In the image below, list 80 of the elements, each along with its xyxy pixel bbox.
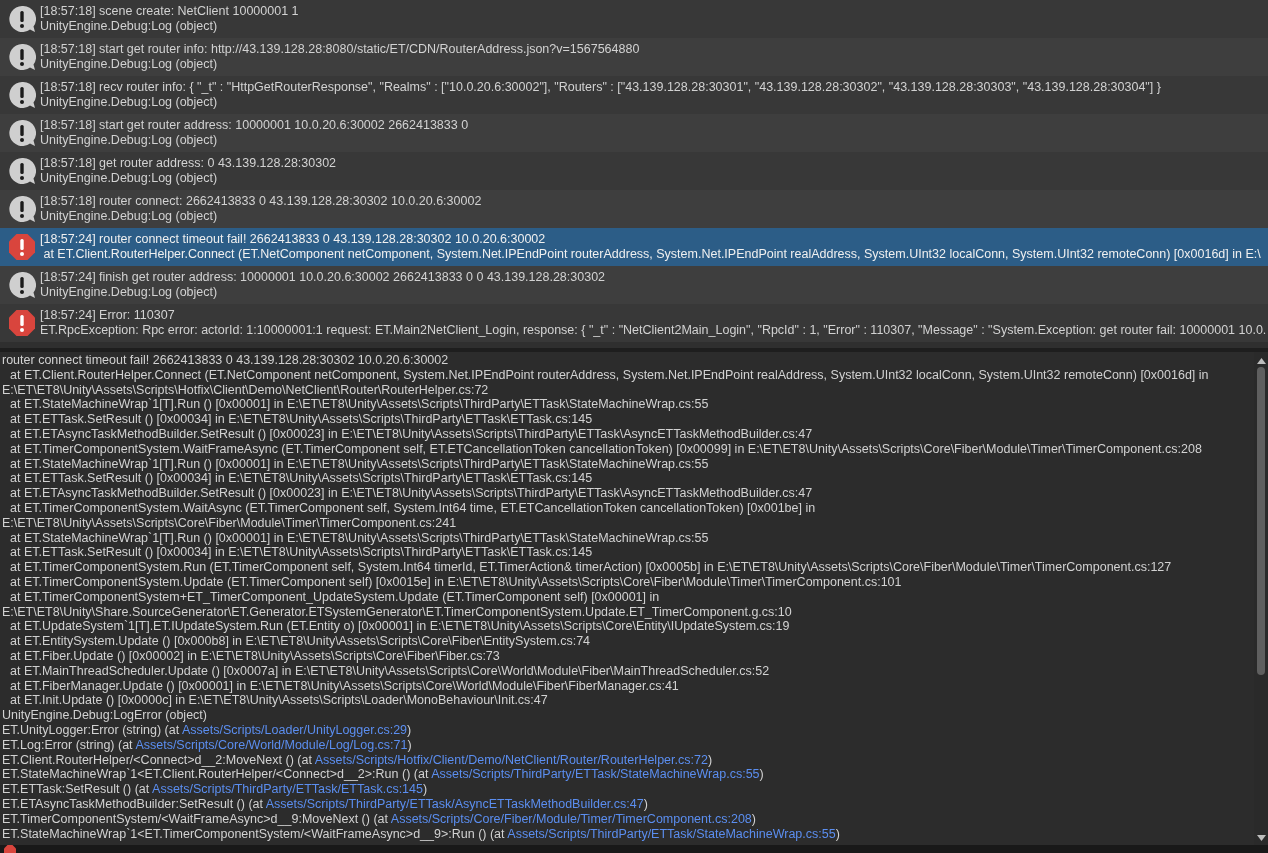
log-detail: UnityEngine.Debug:Log (object) (40, 133, 219, 148)
log-detail: ET.RpcException: Rpc error: actorId: 1:10000001:1 request: ET.Main2NetClient_Login, response: { "_t" : "NetClient2Main_Login", "RpcId" : 1, "Error" : 110307, "Message" : "System.Exception: get router fail: 10000001 10.0. (40, 323, 1267, 338)
file-link[interactable]: Assets/Scripts/Hotfix/Client/Demo/NetClient/Router/RouterHelper.cs:72 (314, 752, 708, 767)
log-detail: UnityEngine.Debug:Log (object) (40, 171, 219, 186)
log-message: [18:57:24] Error: 110307 (40, 308, 176, 323)
log-entry[interactable] (0, 76, 1268, 114)
stack-trace-line: at ET.StateMachineWrap`1[T].Run () [0x00001] in E:\ET\ET8\Unity\Assets\Scripts\ThirdParty\ETTask\StateMachineWrap.cs:55 (9, 397, 710, 413)
stack-trace-line: at ET.ETTask.SetResult () [0x00034] in E:\ET\ET8\Unity\Assets\Scripts\ThirdParty\ETTask\ETTask.cs:145 (9, 471, 594, 487)
stack-trace-line: ET.TimerComponentSystem/<WaitFrameAsync>d__9:MoveNext () (at Assets/Scripts/Core/Fiber/Module/Timer/TimerComponent.cs:208) (2, 811, 757, 827)
log-entry[interactable]: [18:57:18] router connect: 2662413833 0 43.139.128.28:30302 10.0.20.6:30002 UnityEngine.Debug:Log (object) (0, 190, 1268, 228)
file-link[interactable]: Assets/Scripts/ThirdParty/ETTask/ETTask.cs:145 (152, 782, 423, 797)
stack-trace-line: at ET.ETAsyncTaskMethodBuilder.SetResult () [0x00023] in E:\ET\ET8\Unity\Assets\Scripts\ThirdParty\ETTask\AsyncETTaskMethodBuilder.cs:47 (9, 427, 814, 442)
file-link[interactable]: Assets/Scripts/ThirdParty/ETTask/AsyncETTaskMethodBuilder.cs:47 (265, 796, 644, 811)
log-message: [18:57:18] router connect: 2662413833 0 43.139.128.28:30302 10.0.20.6:30002 (40, 194, 482, 209)
log-entry[interactable]: [18:57:18] start get router info: http://43.139.128.28:8080/static/ET/CDN/RouterAddress.json?v=1567564880 UnityEngine.Debug:Log (object) (0, 38, 1268, 76)
info-icon (8, 271, 36, 299)
info-icon (8, 81, 36, 109)
stack-trace-line: at ET.TimerComponentSystem+ET_TimerComponent_UpdateSystem.Update (ET.TimerComponent self) [0x00001] in (9, 589, 661, 605)
stack-trace-line: at ET.TimerComponentSystem.Run (ET.TimerComponent self, System.Int64 timerId, ET.TimerAction& timerAction) [0x0005b] in E:\ET\ET8\Unity\Assets\Scripts\Core\Fiber\Module\Timer\TimerComponent.cs:127 (9, 560, 1173, 575)
info-icon (8, 119, 36, 147)
error-icon (8, 309, 36, 337)
stack-trace-line: at ET.ETTask.SetResult () [0x00034] in E:\ET\ET8\Unity\Assets\Scripts\ThirdParty\ETTask\ETTask.cs:145 (9, 545, 594, 561)
log-message: [18:57:18] start get router address: 10000001 10.0.20.6:30002 2662413833 0 (40, 118, 469, 133)
log-message: [18:57:24] router connect timeout fail! 2662413833 0 43.139.128.28:30302 10.0.20.6:30002 (40, 232, 547, 247)
stack-trace-line: UnityEngine.Debug:LogError (object) (2, 708, 208, 723)
file-link[interactable]: Assets/Scripts/Core/Fiber/Module/Timer/TimerComponent.cs:208 (390, 811, 752, 826)
log-entry[interactable]: [18:57:18] start get router address: 10000001 10.0.20.6:30002 2662413833 0 UnityEngine.Debug:Log (object) (0, 114, 1268, 152)
stack-trace-line: at ET.TimerComponentSystem.WaitFrameAsync (ET.TimerComponent self, ET.ETCancellationToken cancellationToken) [0x00099] in E:\ET\ET8\Unity\Assets\Scripts\Core\Fiber\Module\Timer\TimerComponent.cs:208 (9, 441, 1203, 457)
log-detail: UnityEngine.Debug:Log (object) (40, 57, 219, 72)
stack-trace-line: at ET.UpdateSystem`1[T].ET.IUpdateSystem.Run (ET.Entity o) [0x00001] in E:\ET\ET8\Unity\Assets\Scripts\Core\Entity\IUpdateSystem.cs:19 (9, 619, 791, 635)
stack-trace-line: at ET.MainThreadScheduler.Update () [0x0007a] in E:\ET\ET8\Unity\Assets\Scripts\Core\World\Module\Fiber\MainThreadScheduler.cs:52 (9, 663, 771, 679)
stack-trace-line: at ET.TimerComponentSystem.Update (ET.TimerComponent self) [0x0015e] in E:\ET\ET8\Unity\Assets\Scripts\Core\Fiber\Module\Timer\TimerComponent.cs:101 (9, 574, 903, 590)
file-link[interactable]: Assets/Scripts/ThirdParty/ETTask/StateMachineWrap.cs:55 (507, 826, 836, 841)
stack-trace-line: E:\ET\ET8\Unity\Share.SourceGenerator\ET.Generator.ETSystemGenerator\ET.TimerComponentSystem.Update.ET_TimerComponent.g.cs:10 (2, 604, 793, 620)
stack-trace-line: at ET.EntitySystem.Update () [0x000b8] in E:\ET\ET8\Unity\Assets\Scripts\Core\Fiber\EntitySystem.cs:74 (9, 634, 592, 649)
log-message: [18:57:18] scene create: NetClient 10000001 1 (40, 4, 299, 19)
stack-trace-line: E:\ET\ET8\Unity\Assets\Scripts\Core\Fiber\Module\Timer\TimerComponent.cs:241 (2, 515, 458, 531)
stack-trace-line: ET.StateMachineWrap`1<ET.TimerComponentSystem/<WaitFrameAsync>d__9>:Run () (at Assets/Scripts/ThirdParty/ETTask/StateMachineWrap.cs:55) (2, 826, 841, 842)
log-message: [18:57:18] get router address: 0 43.139.128.28:30302 (40, 156, 337, 171)
stack-trace-line: at ET.FiberManager.Update () [0x00001] in E:\ET\ET8\Unity\Assets\Scripts\Core\World\Module\Fiber\FiberManager.cs:41 (9, 678, 680, 694)
stack-trace-line: at ET.StateMachineWrap`1[T].Run () [0x00001] in E:\ET\ET8\Unity\Assets\Scripts\ThirdParty\ETTask\StateMachineWrap.cs:55 (9, 456, 710, 472)
stack-trace-line: at ET.Init.Update () [0x0000c] in E:\ET\ET8\Unity\Assets\Scripts\Loader\MonoBehaviour\Init.cs:47 (9, 693, 549, 709)
log-detail: UnityEngine.Debug:Log (object) (40, 95, 219, 110)
stack-trace-line: ET.ETAsyncTaskMethodBuilder:SetResult () (at Assets/Scripts/ThirdParty/ETTask/AsyncETTaskMethodBuilder.cs:47) (2, 796, 649, 812)
error-icon (8, 233, 36, 261)
stack-trace-line: ET.UnityLogger:Error (string) (at Assets/Scripts/Loader/UnityLogger.cs:29) (2, 722, 413, 738)
stack-trace-line: ET.ETTask:SetResult () (at Assets/Scripts/ThirdParty/ETTask/ETTask.cs:145) (2, 782, 429, 797)
file-link[interactable]: Assets/Scripts/Core/World/Module/Log/Log.cs:71 (135, 737, 408, 752)
stack-trace-line: at ET.TimerComponentSystem.WaitAsync (ET.TimerComponent self, System.Int64 time, ET.ETCancellationToken cancellationToken) [0x001be] in (9, 500, 817, 516)
log-entry[interactable] (0, 228, 1268, 266)
info-icon (8, 157, 36, 185)
scroll-thumb[interactable] (1257, 367, 1265, 675)
stack-trace-line: ET.StateMachineWrap`1<ET.Client.RouterHelper/<Connect>d__2>:Run () (at Assets/Scripts/ThirdParty/ETTask/StateMachineWrap.cs:55) (2, 767, 765, 783)
scroll-up-icon[interactable] (1256, 358, 1266, 364)
stack-trace-line: at ET.StateMachineWrap`1[T].Run () [0x00001] in E:\ET\ET8\Unity\Assets\Scripts\ThirdParty\ETTask\StateMachineWrap.cs:55 (9, 530, 710, 546)
info-icon (8, 195, 36, 223)
stack-trace-line: E:\ET\ET8\Unity\Assets\Scripts\Hotfix\Client\Demo\NetClient\Router\RouterHelper.cs:72 (2, 382, 490, 398)
log-detail: UnityEngine.Debug:Log (object) (40, 19, 219, 34)
log-detail: UnityEngine.Debug:Log (object) (40, 285, 219, 300)
stack-trace-line: router connect timeout fail! 2662413833 0 43.139.128.28:30302 10.0.20.6:30002 (2, 353, 450, 368)
stack-trace-line: at ET.ETAsyncTaskMethodBuilder.SetResult () [0x00023] in E:\ET\ET8\Unity\Assets\Scripts\ThirdParty\ETTask\AsyncETTaskMethodBuilder.cs:47 (9, 486, 814, 501)
scroll-down-icon[interactable] (1256, 835, 1266, 841)
log-message: [18:57:18] recv router info: { "_t" : "HttpGetRouterResponse", "Realms" : ["10.0.20.6:30002"], "Routers" : ["43.139.128.28:30301", "43.139.128.28:30302", "43.139.128.28:30303", "43.139.128.28:30304"] } (40, 80, 1161, 95)
log-message: [18:57:18] start get router info: http://43.139.128.28:8080/static/ET/CDN/RouterAddress.json?v=1567564880 (40, 42, 640, 57)
log-message: [18:57:24] finish get router address: 10000001 10.0.20.6:30002 2662413833 0 0 43.139.128.28:30302 (40, 270, 606, 285)
file-link[interactable]: Assets/Scripts/Loader/UnityLogger.cs:29 (181, 722, 408, 737)
file-link[interactable]: Assets/Scripts/ThirdParty/ETTask/StateMachineWrap.cs:55 (431, 767, 760, 782)
log-entry[interactable] (0, 304, 1268, 342)
info-icon (8, 5, 36, 33)
log-entry[interactable]: [18:57:18] get router address: 0 43.139.128.28:30302 UnityEngine.Debug:Log (object) (0, 152, 1268, 190)
log-detail: UnityEngine.Debug:Log (object) (40, 209, 219, 224)
stack-trace-line: at ET.Client.RouterHelper.Connect (ET.NetComponent netComponent, System.Net.IPEndPoint routerAddress, System.Net.IPEndPoint realAddress, System.UInt32 localConn, System.UInt32 remoteConn) [0x0016d] in (9, 367, 1210, 383)
log-entry[interactable]: [18:57:24] finish get router address: 10000001 10.0.20.6:30002 2662413833 0 0 43.139.128.28:30302 UnityEngine.Debug:Log (object) (0, 266, 1268, 304)
stack-trace-line: ET.Log:Error (string) (at Assets/Scripts/Core/World/Module/Log/Log.cs:71) (2, 737, 413, 753)
stack-trace-line: ET.Client.RouterHelper/<Connect>d__2:MoveNext () (at Assets/Scripts/Hotfix/Client/Demo/NetClient/Router/RouterHelper.cs:72) (2, 752, 714, 768)
log-entry[interactable]: [18:57:18] scene create: NetClient 10000001 1 UnityEngine.Debug:Log (object) (0, 0, 1268, 38)
stack-trace-line: at ET.Fiber.Update () [0x00002] in E:\ET\ET8\Unity\Assets\Scripts\Core\Fiber\Fiber.cs:73 (9, 648, 501, 664)
stack-trace-line: at ET.ETTask.SetResult () [0x00034] in E:\ET\ET8\Unity\Assets\Scripts\ThirdParty\ETTask\ETTask.cs:145 (9, 412, 594, 427)
info-icon (8, 43, 36, 71)
log-detail: at ET.Client.RouterHelper.Connect (ET.NetComponent netComponent, System.Net.IPEndPoint routerAddress, System.Net.IPEndPoint realAddress, System.UInt32 localConn, System.UInt32 remoteConn) [0x0016d] in E:\ (42, 247, 1261, 262)
